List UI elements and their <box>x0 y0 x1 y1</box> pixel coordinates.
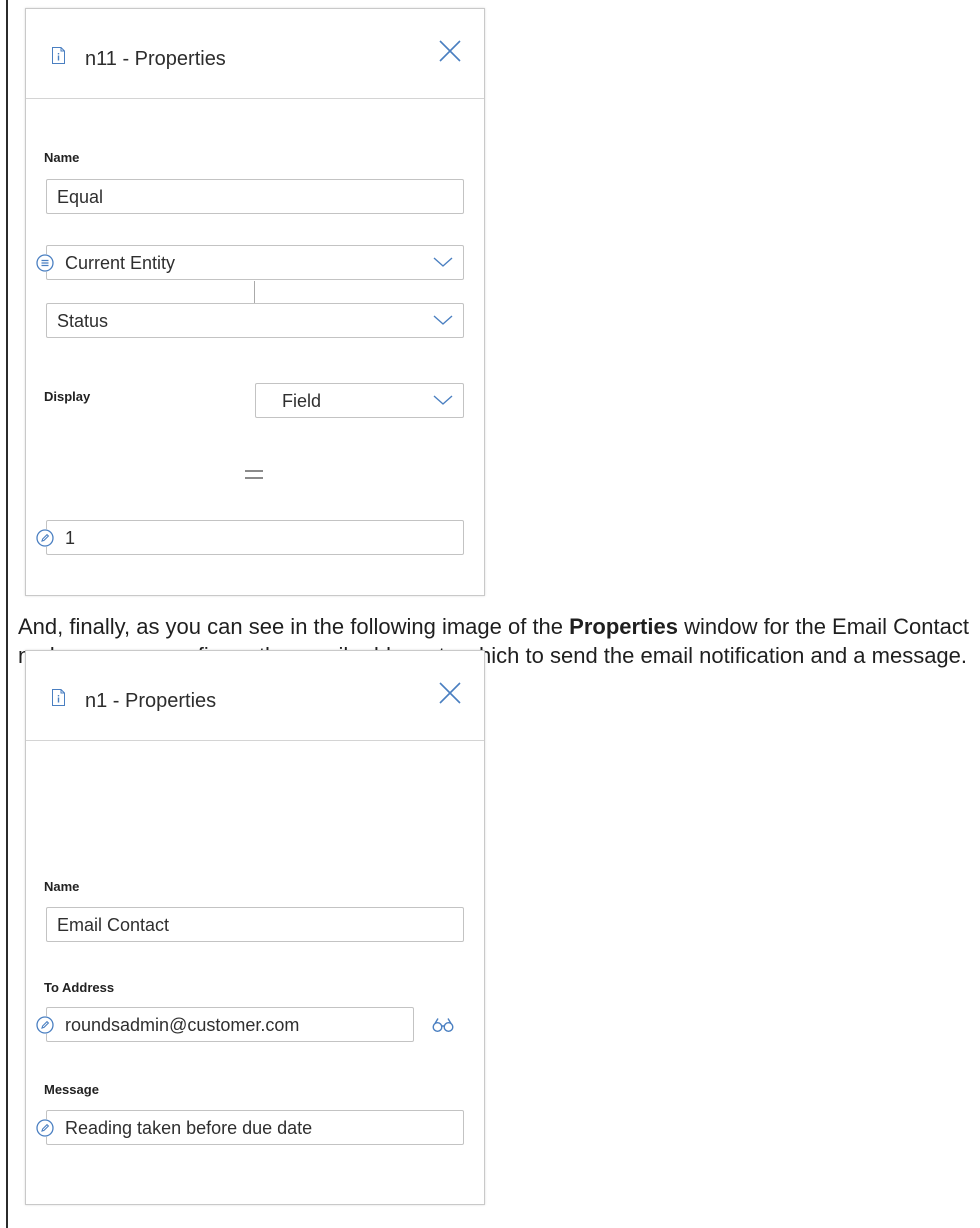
name-label: Name <box>44 150 80 165</box>
equals-operator <box>245 470 263 480</box>
name-input-value: Equal <box>57 187 104 207</box>
entity-select[interactable]: Current Entity <box>36 245 464 280</box>
compare-value-input[interactable]: 1 <box>36 520 464 555</box>
chevron-down-icon <box>433 257 453 267</box>
field-select-value: Status <box>57 311 109 331</box>
compare-value: 1 <box>65 528 76 548</box>
name-label: Name <box>44 879 80 894</box>
name-input[interactable]: Email Contact <box>46 907 464 942</box>
message-input[interactable]: Reading taken before due date <box>36 1110 464 1145</box>
to-address-value: roundsadmin@customer.com <box>65 1015 300 1035</box>
chevron-down-icon <box>433 315 453 325</box>
paragraph-bold: Properties <box>569 614 678 639</box>
message-label: Message <box>44 1082 99 1097</box>
to-address-input[interactable]: roundsadmin@customer.com <box>36 1007 414 1042</box>
binoculars-icon[interactable] <box>432 1017 454 1033</box>
info-document-icon <box>52 47 65 64</box>
pencil-circle-icon[interactable] <box>36 1119 54 1137</box>
display-label: Display <box>44 389 91 404</box>
left-border <box>6 0 8 1228</box>
list-circle-icon[interactable] <box>36 254 54 272</box>
field-select[interactable]: Status <box>46 303 464 338</box>
entity-select-value: Current Entity <box>65 253 176 273</box>
display-select-value: Field <box>282 391 322 411</box>
close-icon[interactable] <box>438 681 462 705</box>
properties-panel-n11: n11 - Properties Name Equal Current Enti… <box>25 8 485 596</box>
name-input[interactable]: Equal <box>46 179 464 214</box>
info-document-icon <box>52 689 65 706</box>
properties-panel-n1: n1 - Properties Name Email Contact To Ad… <box>25 650 485 1205</box>
pencil-circle-icon[interactable] <box>36 529 54 547</box>
panel-header: n11 - Properties <box>26 9 484 99</box>
panel-title: n11 - Properties <box>85 48 226 70</box>
to-address-label: To Address <box>44 980 115 995</box>
pencil-circle-icon[interactable] <box>36 1016 54 1034</box>
panel-header: n1 - Properties <box>26 651 484 741</box>
display-select[interactable]: Field <box>255 383 464 418</box>
close-icon[interactable] <box>438 39 462 63</box>
chevron-down-icon <box>433 395 453 405</box>
panel-title: n1 - Properties <box>85 690 217 712</box>
message-value: Reading taken before due date <box>65 1118 313 1138</box>
paragraph-text-1: And, finally, as you can see in the foll… <box>18 614 570 639</box>
connector-line <box>254 281 255 303</box>
name-input-value: Email Contact <box>57 915 170 935</box>
